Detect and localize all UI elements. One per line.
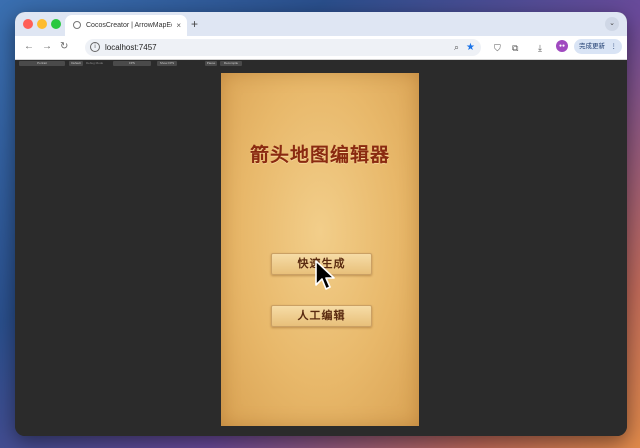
more-menu-icon[interactable]: ⋮ — [611, 39, 618, 54]
tab-close-button[interactable]: × — [176, 15, 181, 36]
forward-arrow-icon[interactable]: → — [42, 40, 52, 54]
close-window-button[interactable] — [23, 19, 33, 29]
bookmark-star-icon[interactable]: ★ — [466, 40, 475, 55]
address-bar[interactable]: i localhost:7457 ⌕ ★ — [85, 39, 481, 56]
browser-toolbar: ← → ↻ i localhost:7457 ⌕ ★ ⛉ ⧉ ⤓ — [15, 36, 627, 60]
url-text[interactable]: localhost:7457 — [105, 39, 157, 56]
update-label: 完成更新 — [579, 43, 605, 50]
minimize-window-button[interactable] — [37, 19, 47, 29]
manual-edit-button[interactable]: 人工编辑 — [271, 305, 372, 327]
new-tab-button[interactable]: + — [191, 15, 198, 33]
debug-mode-label: Debug Mode — [86, 61, 104, 65]
tab-cocoscreator[interactable]: CocosCreator | ArrowMapEdit × — [65, 15, 187, 36]
reload-icon[interactable]: ↻ — [60, 40, 68, 54]
download-icon[interactable]: ⤓ — [538, 41, 542, 55]
recompile-button[interactable]: Recompile — [220, 61, 242, 66]
page-content: Portrait Default Debug Mode FPS Show FPS… — [15, 60, 627, 436]
update-button[interactable]: 完成更新 ⋮ — [574, 39, 622, 54]
puzzle-extensions-icon[interactable]: ⧉ — [512, 41, 518, 55]
mouse-pointer-icon — [315, 260, 335, 290]
game-canvas[interactable]: 箭头地图编辑器 快速生成 人工编辑 — [221, 73, 419, 426]
show-fps-button[interactable]: Show FPS — [157, 61, 177, 66]
profile-avatar[interactable]: ●● — [556, 40, 568, 52]
tab-search-button[interactable]: ⌄ — [605, 17, 619, 31]
game-title: 箭头地图编辑器 — [249, 144, 390, 166]
tab-title: CocosCreator | ArrowMapEdit — [86, 22, 172, 29]
device-select[interactable]: Portrait — [19, 61, 65, 66]
browser-window: CocosCreator | ArrowMapEdit × + ⌄ ← → ↻ … — [15, 12, 627, 436]
rotate-button[interactable]: Default — [69, 61, 83, 66]
maximize-window-button[interactable] — [51, 19, 61, 29]
tab-bar: CocosCreator | ArrowMapEdit × + ⌄ — [15, 12, 627, 36]
fps-select[interactable]: FPS — [113, 61, 151, 66]
favicon-icon — [73, 21, 81, 29]
pause-button[interactable]: Pause — [205, 61, 217, 66]
site-info-icon[interactable]: i — [90, 42, 100, 52]
cocos-preview-toolbar: Portrait Default Debug Mode FPS Show FPS… — [19, 61, 259, 67]
back-arrow-icon[interactable]: ← — [24, 40, 34, 54]
shield-extension-icon[interactable]: ⛉ — [494, 41, 501, 55]
zoom-icon[interactable]: ⌕ — [454, 40, 459, 55]
